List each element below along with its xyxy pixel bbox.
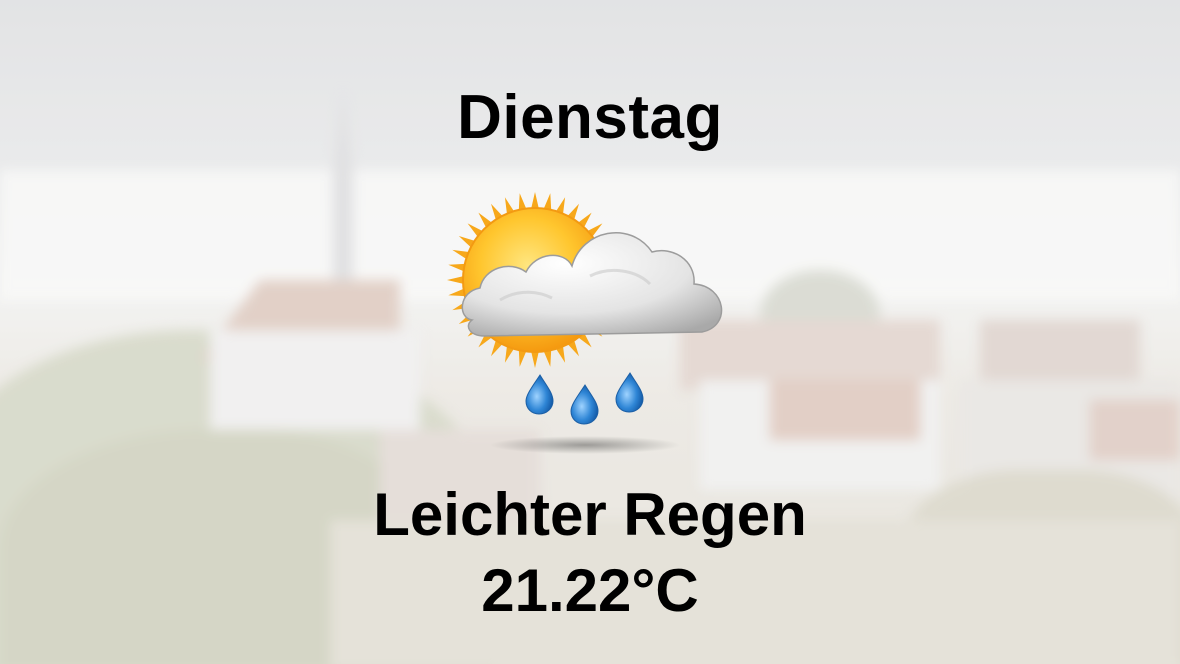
day-label: Dienstag: [457, 83, 723, 152]
weather-screen: Dienstag Leichter Regen 21.22°C: [0, 0, 1180, 664]
weather-condition: Leichter Regen: [373, 481, 807, 548]
temperature-value: 21.22°C: [481, 557, 699, 624]
partly-sunny-light-rain-icon: [440, 180, 740, 460]
